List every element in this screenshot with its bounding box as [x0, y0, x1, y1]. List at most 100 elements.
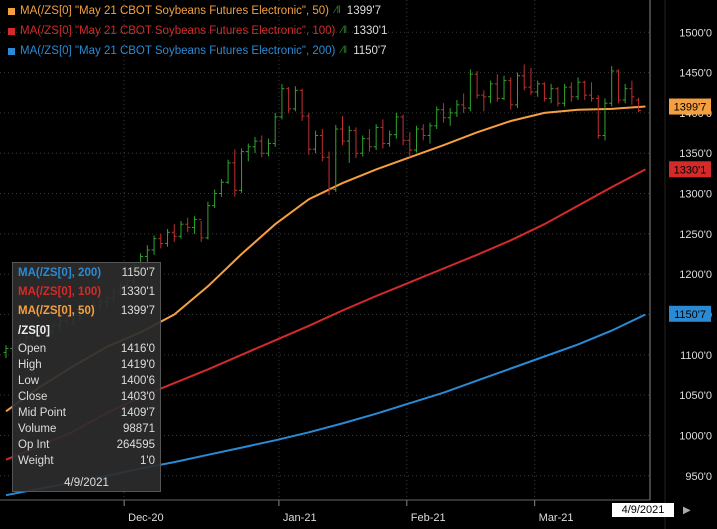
tooltip-row-value: 1419'0	[120, 359, 155, 371]
ohlc-bar	[259, 135, 265, 158]
ohlc-bar	[272, 112, 278, 147]
tooltip-ma200-value: 1150'7	[121, 267, 155, 279]
tooltip-ma50-row: MA(/ZS[0], 50) 1399'7	[18, 303, 155, 319]
ma200-swatch-icon	[8, 47, 15, 55]
ohlc-bar	[622, 83, 628, 104]
ohlc-bar	[501, 75, 507, 100]
tooltip-date: 4/9/2021	[64, 477, 109, 489]
price-axis[interactable]: 950'01000'01050'01100'01150'01200'01250'…	[664, 0, 712, 529]
ohlc-bar	[232, 149, 238, 197]
ohlc-bar	[306, 112, 312, 155]
ohlc-bar	[474, 70, 480, 99]
ohlc-bar	[494, 74, 500, 102]
legend-ma200-label: MA(/ZS[0] "May 21 CBOT Soybeans Futures …	[20, 45, 336, 57]
ohlc-bar	[225, 159, 231, 184]
tooltip-row-value: 1403'0	[120, 391, 155, 403]
ohlc-bar	[380, 119, 386, 149]
ohlc-bar	[286, 87, 292, 113]
ohlc-bar	[165, 229, 171, 247]
ohlc-bar	[562, 83, 568, 107]
tooltip-row-close: Close 1403'0	[18, 389, 155, 405]
price-tag-label: 1399'7	[674, 102, 707, 114]
legend-ma200[interactable]: MA(/ZS[0] "May 21 CBOT Soybeans Futures …	[8, 42, 387, 60]
ohlc-bar	[366, 129, 372, 152]
tooltip-row-label: Volume	[18, 423, 57, 435]
y-tick-label: 1000'0	[679, 430, 712, 442]
ohlc-bar	[595, 95, 601, 139]
tooltip-row-value: 1'0	[140, 455, 155, 467]
ohlc-bar	[299, 88, 305, 121]
ohlc-bar	[427, 122, 433, 144]
legend-ma100-edit-icon[interactable]: ∕‖	[341, 22, 347, 40]
ohlc-bar	[615, 69, 621, 104]
scroll-right-icon[interactable]: ▶	[683, 505, 691, 516]
ohlc-bar	[461, 93, 467, 113]
tooltip-row-value: 1400'6	[120, 375, 155, 387]
ohlc-bar	[541, 82, 547, 102]
tooltip-row-value: 264595	[116, 439, 155, 451]
ohlc-bar	[218, 179, 224, 197]
tooltip-row-open: Open 1416'0	[18, 341, 155, 357]
tooltip-row-value: 1416'0	[120, 343, 155, 355]
tooltip-ma100-label: MA(/ZS[0], 100)	[18, 286, 102, 298]
ohlc-bar	[178, 220, 184, 239]
y-tick-label: 1450'0	[679, 68, 712, 80]
y-tick-label: 1250'0	[679, 229, 712, 241]
ohlc-bar	[171, 224, 177, 242]
ohlc-bar	[488, 80, 494, 104]
tooltip-symbol-label: /ZS[0]	[18, 325, 50, 337]
tooltip-row-low: Low 1400'6	[18, 373, 155, 389]
ohlc-bar	[521, 64, 527, 91]
ohlc-bar	[555, 87, 561, 107]
tooltip-ma200-label: MA(/ZS[0], 200)	[18, 267, 102, 279]
legend-ma50-edit-icon[interactable]: ∕‖	[335, 2, 341, 20]
data-tooltip: MA(/ZS[0], 200) 1150'7 MA(/ZS[0], 100) 1…	[12, 262, 161, 492]
cursor-date-chip: 4/9/2021	[612, 503, 674, 517]
ohlc-bar	[212, 189, 218, 209]
ohlc-bar	[353, 127, 359, 159]
y-tick-label: 1050'0	[679, 390, 712, 402]
tooltip-row-label: Mid Point	[18, 407, 66, 419]
x-tick-label: Feb-21	[411, 512, 446, 524]
tooltip-row-op-int: Op Int 264595	[18, 437, 155, 453]
legend-ma100[interactable]: MA(/ZS[0] "May 21 CBOT Soybeans Futures …	[8, 22, 387, 40]
tooltip-ma50-value: 1399'7	[120, 305, 155, 317]
ohlc-bar	[279, 83, 285, 120]
ohlc-bar	[508, 77, 514, 110]
time-axis[interactable]: Dec-20 Jan-21 Feb-21 Mar-21	[0, 499, 650, 524]
tooltip-row-label: Low	[18, 375, 40, 387]
price-tags: 1399'7 1330'1 1150'7	[669, 98, 711, 322]
ohlc-bar	[636, 97, 642, 113]
ohlc-bar	[313, 130, 319, 154]
ohlc-bar	[454, 100, 460, 117]
ma50-swatch-icon	[8, 7, 15, 15]
ohlc-bar	[252, 137, 258, 154]
ohlc-bar	[191, 216, 197, 234]
x-tick-label: Jan-21	[283, 512, 317, 524]
legend-ma200-value: 1150'7	[353, 45, 387, 57]
ohlc-bar	[514, 72, 520, 109]
ohlc-bar	[198, 218, 204, 242]
ohlc-bar	[467, 69, 473, 112]
ohlc-bar	[400, 114, 406, 146]
ohlc-bar	[568, 82, 574, 102]
x-tick-label: Dec-20	[128, 512, 163, 524]
ohlc-bar	[528, 67, 534, 96]
tooltip-row-label: Op Int	[18, 439, 50, 451]
ohlc-bar	[393, 112, 399, 139]
ohlc-bar	[481, 90, 487, 112]
ohlc-bar	[158, 233, 164, 249]
ohlc-bar	[629, 80, 635, 105]
legend-ma50[interactable]: MA(/ZS[0] "May 21 CBOT Soybeans Futures …	[8, 2, 381, 20]
ohlc-bar	[265, 138, 271, 157]
ohlc-bar	[589, 82, 595, 102]
tooltip-row-label: Open	[18, 343, 47, 355]
ohlc-bar	[3, 345, 9, 359]
legend-ma200-edit-icon[interactable]: ∕‖	[341, 42, 347, 60]
ohlc-bar	[420, 124, 426, 141]
tooltip-row-mid-point: Mid Point 1409'7	[18, 405, 155, 421]
tooltip-ma200-row: MA(/ZS[0], 200) 1150'7	[18, 265, 155, 281]
tooltip-row-volume: Volume 98871	[18, 421, 155, 437]
tooltip-symbol: /ZS[0]	[18, 323, 155, 339]
y-tick-label: 950'0	[685, 471, 712, 483]
